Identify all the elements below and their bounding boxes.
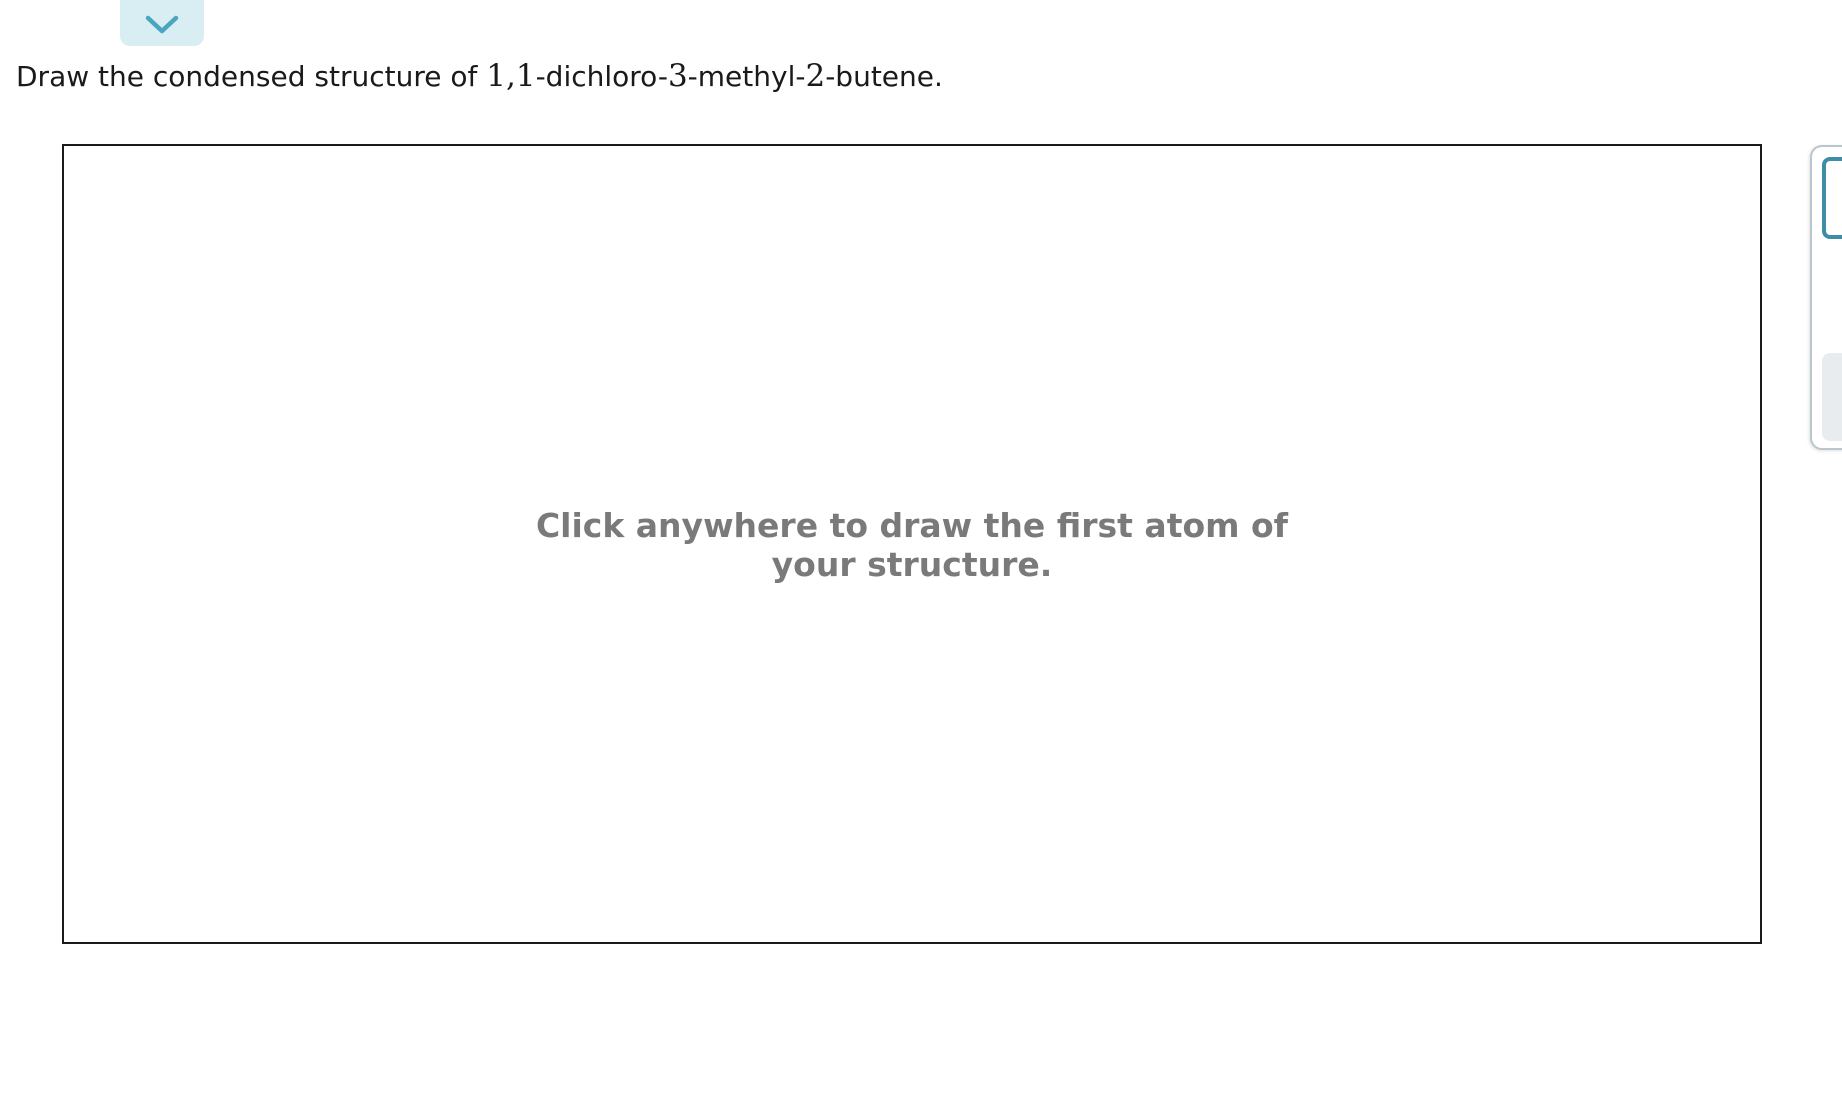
canvas-hint: Click anywhere to draw the first atom of… [535, 506, 1289, 584]
question-prefix: Draw the condensed structure of [16, 60, 487, 93]
tool-palette [1810, 145, 1842, 450]
chevron-down-icon [144, 14, 180, 36]
question-prompt: Draw the condensed structure of 1,1-dich… [16, 56, 943, 97]
locant-comma: , [505, 58, 516, 94]
locant-1b: 1 [515, 58, 536, 94]
collapse-toggle-button[interactable] [120, 0, 204, 46]
name-part-methyl: -methyl- [687, 60, 806, 93]
drawing-canvas[interactable]: Click anywhere to draw the first atom of… [62, 144, 1762, 944]
locant-2: 2 [805, 58, 826, 94]
name-part-butene: -butene. [825, 60, 943, 93]
palette-tool[interactable] [1822, 353, 1842, 441]
palette-tool-selected[interactable] [1822, 157, 1842, 239]
locant-3: 3 [667, 58, 688, 94]
name-part-dichloro: -dichloro- [535, 60, 668, 93]
locant-1: 1 [486, 58, 506, 94]
